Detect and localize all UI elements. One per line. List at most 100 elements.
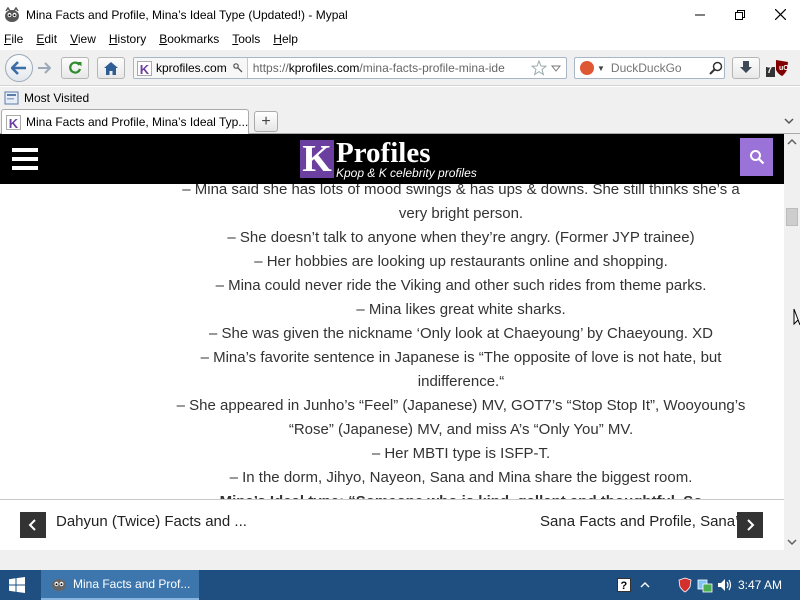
taskbar-clock[interactable]: 3:47 AM [738, 578, 782, 592]
engine-dropdown-icon[interactable]: ▼ [597, 64, 605, 73]
addon-badge-count: 7 [767, 65, 773, 75]
article-line: – Mina likes great white sharks. [356, 301, 566, 318]
tab-title: Mina Facts and Profile, Mina’s Ideal Typ… [25, 115, 248, 129]
next-post-link[interactable]: Sana Facts and Profile, Sana’s [540, 513, 746, 530]
bookmark-most-visited[interactable]: Most Visited [4, 91, 89, 105]
chevron-left-icon [28, 519, 36, 531]
url-dropdown-icon[interactable] [550, 63, 562, 73]
tray-show-hidden-button[interactable] [638, 570, 652, 600]
restore-button[interactable] [720, 0, 760, 29]
article-line: – She was given the nickname ‘Only look … [209, 325, 713, 342]
page-viewport: – Mina said she has lots of mood swings … [0, 134, 784, 550]
back-button[interactable] [5, 54, 33, 82]
download-arrow-icon [740, 61, 752, 73]
search-bar[interactable]: ▼ [574, 57, 725, 79]
duckduckgo-icon[interactable] [580, 61, 594, 75]
close-icon [774, 9, 786, 20]
close-window-button[interactable] [760, 0, 800, 29]
previous-post-link[interactable]: Dahyun (Twice) Facts and ... [56, 513, 247, 530]
mouse-cursor-icon [793, 308, 800, 326]
forward-button[interactable] [33, 58, 55, 78]
article-line: – She appeared in Junho’s “Feel” (Japane… [176, 397, 746, 414]
hamburger-menu-icon[interactable] [12, 148, 38, 170]
tray-volume-icon[interactable] [716, 570, 734, 600]
scroll-up-icon[interactable] [784, 135, 800, 149]
site-search-button[interactable] [740, 138, 773, 176]
mypal-app-icon [5, 6, 19, 22]
bookmarks-toolbar: Most Visited [0, 87, 800, 109]
network-icon [697, 579, 713, 593]
site-identity-button[interactable]: K kprofiles.com [134, 58, 248, 78]
logo-tagline: Kpop & K celebrity profiles [336, 166, 477, 180]
tray-help-icon[interactable]: ? [616, 570, 632, 600]
menu-help[interactable]: Help [273, 32, 298, 46]
scroll-down-icon[interactable] [784, 535, 800, 549]
taskbar-mypal-button[interactable]: Mina Facts and Prof... [41, 570, 199, 600]
most-visited-label: Most Visited [24, 91, 90, 105]
tray-network-icon[interactable] [696, 570, 714, 600]
reload-button[interactable] [61, 57, 89, 79]
list-all-tabs-button[interactable] [782, 113, 796, 129]
menu-bookmarks[interactable]: Bookmarks [159, 32, 219, 46]
post-navigation: Dahyun (Twice) Facts and ... Sana Facts … [0, 499, 784, 550]
article-line: “Rose” (Japanese) MV, and miss A’s “Only… [288, 421, 634, 438]
window-titlebar: Mina Facts and Profile, Mina’s Ideal Typ… [0, 0, 800, 29]
home-button[interactable] [97, 57, 125, 79]
folder-icon [4, 91, 19, 105]
downloads-button[interactable] [732, 57, 760, 79]
search-icon [749, 150, 764, 165]
chevron-down-icon [784, 118, 794, 125]
mypal-app-icon [52, 579, 66, 591]
svg-text:?: ? [621, 580, 628, 592]
url-bar[interactable]: K kprofiles.com https://kprofiles.com/mi… [133, 57, 567, 79]
restore-icon [735, 9, 745, 20]
next-post-arrow[interactable] [737, 512, 763, 538]
menu-view[interactable]: View [70, 32, 96, 46]
search-input[interactable] [610, 61, 707, 75]
minimize-icon [695, 14, 705, 15]
article-line: – She doesn’t talk to anyone when they’r… [227, 229, 695, 246]
site-favicon: K [137, 60, 152, 77]
url-text[interactable]: https://kprofiles.com/mina-facts-profile… [248, 61, 531, 75]
menu-file[interactable]: File [4, 32, 23, 46]
navigation-toolbar: K kprofiles.com https://kprofiles.com/mi… [0, 50, 800, 86]
article-line: – Her MBTI type is ISFP-T. [371, 445, 551, 462]
taskbar-app-label: Mina Facts and Prof... [73, 577, 191, 591]
menu-bar: File Edit View History Bookmarks Tools H… [0, 29, 800, 49]
key-icon [232, 63, 243, 73]
forward-arrow-icon [38, 62, 51, 74]
tab-favicon: K [6, 114, 21, 131]
bookmark-star-icon[interactable] [531, 60, 547, 76]
logo-name: Profiles [336, 137, 431, 169]
search-icon[interactable] [709, 61, 723, 75]
new-tab-button[interactable]: + [254, 111, 278, 132]
help-icon: ? [617, 578, 631, 592]
previous-post-arrow[interactable] [20, 512, 46, 538]
plus-icon: + [261, 112, 271, 130]
tab-strip: K Mina Facts and Profile, Mina’s Ideal T… [0, 109, 800, 134]
window-title: Mina Facts and Profile, Mina’s Ideal Typ… [26, 7, 348, 22]
reload-icon [69, 61, 82, 74]
start-button[interactable] [0, 570, 34, 600]
svg-text:uO: uO [779, 65, 789, 72]
logo-k: K [300, 140, 334, 178]
back-arrow-icon [11, 61, 26, 75]
scrollbar-thumb[interactable] [786, 208, 798, 226]
menu-edit[interactable]: Edit [36, 32, 57, 46]
shield-icon [678, 577, 692, 593]
minimize-button[interactable] [680, 0, 720, 29]
site-header: K Profiles Kpop & K celebrity profiles [0, 134, 784, 184]
windows-taskbar: Mina Facts and Prof... ? 3:47 AM [0, 570, 800, 600]
vertical-scrollbar[interactable] [784, 134, 800, 550]
menu-tools[interactable]: Tools [232, 32, 260, 46]
article-body: – Mina said she has lots of mood swings … [166, 178, 756, 514]
article-line: – Her hobbies are looking up restaurants… [254, 253, 668, 270]
tab-active[interactable]: K Mina Facts and Profile, Mina’s Ideal T… [1, 109, 249, 134]
chevron-up-icon [640, 582, 650, 588]
tray-security-icon[interactable] [676, 570, 694, 600]
menu-history[interactable]: History [109, 32, 146, 46]
site-logo[interactable]: K Profiles Kpop & K celebrity profiles [300, 137, 477, 180]
article-line: – Mina could never ride the Viking and o… [215, 277, 707, 294]
ublock-addon-button[interactable]: uO 7 [766, 59, 790, 77]
site-domain: kprofiles.com [156, 61, 227, 75]
